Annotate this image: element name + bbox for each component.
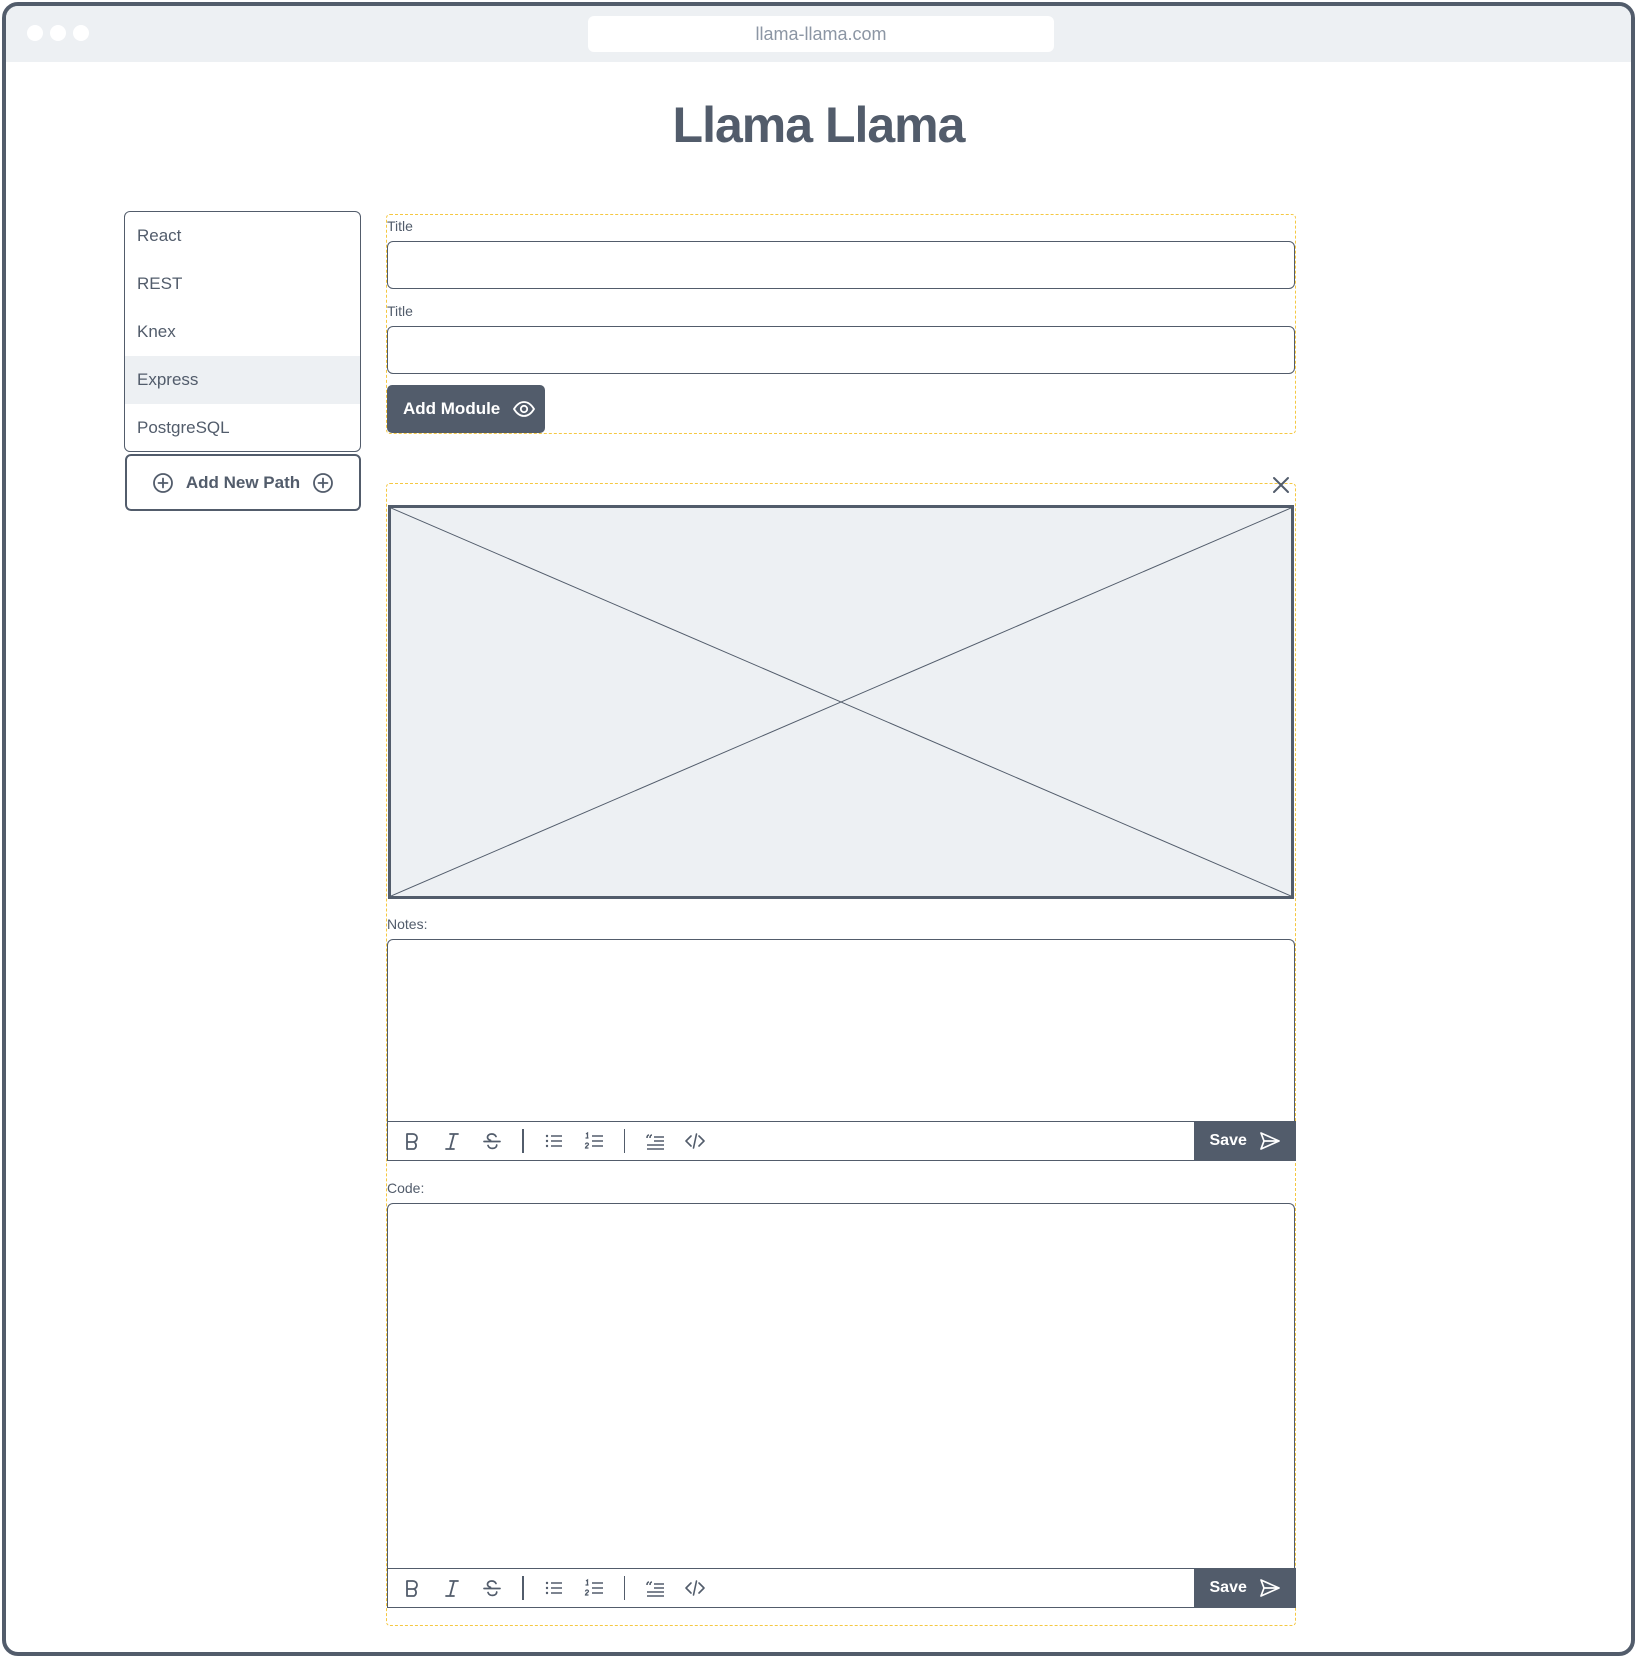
add-module-label: Add Module	[403, 399, 501, 418]
add-module-button[interactable]: Add Module	[387, 385, 545, 433]
code-toolbar: Save	[387, 1567, 1296, 1608]
toolbar-divider	[522, 1576, 524, 1600]
path-item-postgresql[interactable]: PostgreSQL	[125, 404, 360, 451]
bold-icon[interactable]	[392, 1122, 432, 1160]
save-label: Save	[1209, 1578, 1247, 1596]
strikethrough-icon[interactable]	[472, 1122, 512, 1160]
eye-icon	[513, 401, 536, 417]
window-dot-minimize[interactable]	[50, 25, 66, 41]
code-editor[interactable]	[387, 1203, 1295, 1569]
bullet-list-icon[interactable]	[534, 1122, 574, 1160]
title-label: Title	[387, 218, 413, 234]
notes-editor[interactable]	[387, 939, 1295, 1122]
code-label: Code:	[387, 1180, 425, 1196]
numbered-list-icon[interactable]	[574, 1122, 614, 1160]
toolbar-divider	[623, 1129, 625, 1153]
close-icon[interactable]	[1270, 474, 1292, 496]
send-icon	[1260, 1578, 1280, 1597]
toolbar-divider	[623, 1576, 625, 1600]
send-icon	[1260, 1131, 1280, 1150]
save-label: Save	[1209, 1131, 1247, 1149]
path-item-rest[interactable]: REST	[125, 260, 360, 308]
title-input[interactable]	[387, 241, 1295, 289]
title-label-2: Title	[387, 303, 413, 319]
notes-toolbar: Save	[387, 1120, 1296, 1161]
plus-circle-icon	[152, 472, 173, 493]
notes-label: Notes:	[387, 916, 428, 932]
italic-icon[interactable]	[432, 1569, 472, 1607]
toolbar-divider	[522, 1129, 524, 1153]
italic-icon[interactable]	[432, 1122, 472, 1160]
strikethrough-icon[interactable]	[472, 1569, 512, 1607]
page-title: Llama Llama	[672, 97, 966, 153]
bullet-list-icon[interactable]	[534, 1569, 574, 1607]
notes-save-button[interactable]: Save	[1193, 1120, 1296, 1161]
path-list: React REST Knex Express PostgreSQL	[124, 211, 361, 452]
image-placeholder-cross	[390, 507, 1292, 897]
path-item-react[interactable]: React	[125, 212, 360, 260]
window-dot-maximize[interactable]	[73, 25, 89, 41]
window-dot-close[interactable]	[27, 25, 43, 41]
path-item-knex[interactable]: Knex	[125, 308, 360, 356]
quote-icon[interactable]	[635, 1122, 675, 1160]
bold-icon[interactable]	[392, 1569, 432, 1607]
title-input-2[interactable]	[387, 326, 1295, 374]
add-new-path-button[interactable]: Add New Path	[125, 454, 361, 511]
add-new-path-label: Add New Path	[185, 472, 301, 492]
path-item-express[interactable]: Express	[125, 356, 360, 404]
code-icon[interactable]	[675, 1569, 715, 1607]
image-placeholder	[388, 505, 1294, 899]
address-bar[interactable]: llama-llama.com	[588, 16, 1054, 52]
plus-circle-icon	[313, 472, 334, 493]
code-save-button[interactable]: Save	[1193, 1567, 1296, 1608]
browser-chrome: llama-llama.com	[6, 6, 1631, 62]
numbered-list-icon[interactable]	[574, 1569, 614, 1607]
code-icon[interactable]	[675, 1122, 715, 1160]
quote-icon[interactable]	[635, 1569, 675, 1607]
